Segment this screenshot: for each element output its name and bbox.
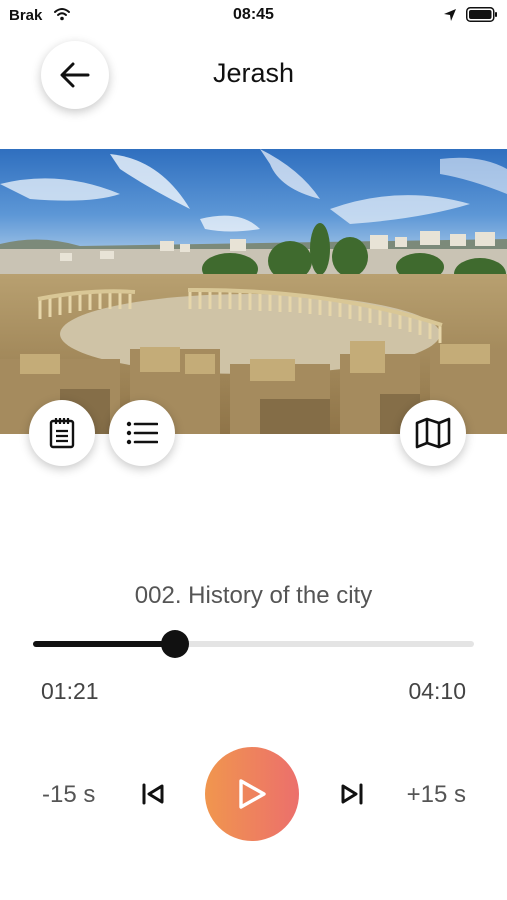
play-icon [239,779,266,809]
map-icon [415,417,451,449]
playlist-button[interactable] [109,400,175,466]
next-track-button[interactable] [338,781,366,807]
map-button[interactable] [400,400,466,466]
jerash-photo [0,149,507,434]
skip-next-icon [341,783,363,805]
clock: 08:45 [233,6,274,23]
elapsed-time: 01:21 [41,678,99,704]
list-icon [126,421,158,445]
previous-track-button[interactable] [139,781,167,807]
status-bar: Brak 08:45 [0,0,507,30]
total-time: 04:10 [408,678,466,704]
page-title: Jerash [212,58,295,88]
location-arrow-icon [444,9,456,21]
play-button[interactable] [205,747,299,841]
hero-image [0,149,507,434]
progress-knob[interactable] [161,630,190,658]
notes-button[interactable] [29,400,95,466]
progress-slider[interactable] [33,630,474,658]
notepad-icon [49,418,75,449]
skip-back-button[interactable]: -15 s [42,781,95,809]
progress-fill [33,641,176,647]
skip-forward-button[interactable]: +15 s [407,781,466,809]
track-title: 002. History of the city [134,582,373,609]
battery-icon [466,7,497,22]
skip-previous-icon [142,783,164,805]
